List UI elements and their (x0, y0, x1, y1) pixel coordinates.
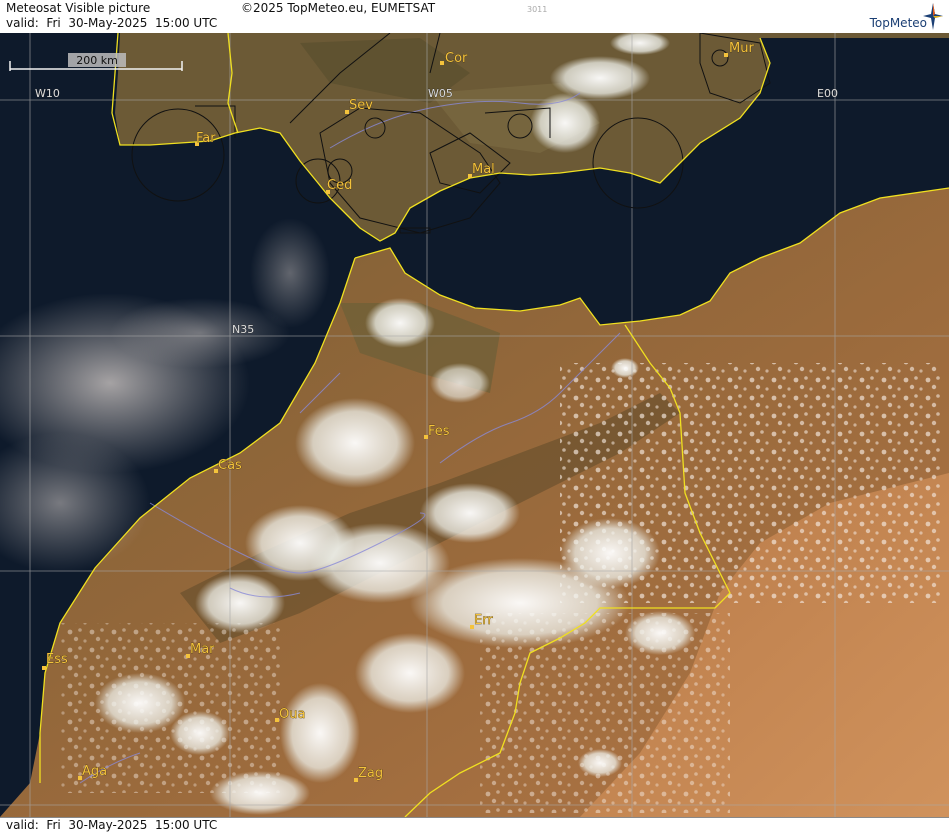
city-label-zag: Zag (358, 766, 383, 781)
city-label-mal: Mal (472, 162, 495, 177)
frame-id: 3011 (527, 5, 548, 14)
label-e00: E00 (817, 87, 838, 100)
city-cor[interactable]: Cor (440, 51, 468, 66)
header-bar: Meteosat Visible picture valid: Fri 30-M… (0, 0, 949, 34)
city-label-far: Far (196, 131, 216, 146)
city-label-cor: Cor (445, 51, 468, 66)
city-ced[interactable]: Ced (326, 178, 353, 194)
city-err[interactable]: Err (470, 613, 494, 629)
city-oua[interactable]: Oua (275, 707, 306, 722)
city-sev[interactable]: Sev (345, 98, 374, 114)
satellite-viewer: Meteosat Visible picture valid: Fri 30-M… (0, 0, 949, 833)
city-mar[interactable]: Mar (186, 642, 215, 658)
city-label-sev: Sev (349, 98, 373, 113)
product-title: Meteosat Visible picture (6, 1, 151, 15)
logo-text: TopMeteo (869, 16, 927, 30)
city-mal[interactable]: Mal (468, 162, 495, 178)
city-label-mar: Mar (190, 642, 215, 657)
city-label-mur: Mur (729, 41, 754, 56)
copyright-text: ©2025 TopMeteo.eu, EUMETSAT (241, 1, 436, 15)
city-zag[interactable]: Zag (354, 766, 383, 782)
city-label-oua: Oua (279, 707, 305, 722)
label-n35: N35 (232, 323, 254, 336)
city-far[interactable]: Far (195, 131, 217, 146)
valid-time: valid: Fri 30-May-2025 15:00 UTC (6, 16, 218, 30)
footer-bar: valid: Fri 30-May-2025 15:00 UTC (0, 817, 949, 833)
city-label-cas: Cas (218, 458, 242, 473)
city-label-err: Err (474, 613, 493, 628)
label-w05: W05 (428, 87, 453, 100)
city-aga[interactable]: Aga (78, 764, 107, 780)
satellite-map[interactable]: 200 km W10 W05 E00 N35 Cor Mur Sev Far C… (0, 33, 949, 817)
footer-valid-time: valid: Fri 30-May-2025 15:00 UTC (6, 818, 218, 832)
city-label-ced: Ced (327, 178, 352, 193)
city-fes[interactable]: Fes (424, 424, 450, 439)
label-w10: W10 (35, 87, 60, 100)
city-label-fes: Fes (428, 424, 450, 439)
city-label-ess: Ess (46, 652, 68, 667)
scale-bar-label: 200 km (76, 54, 118, 67)
city-mur[interactable]: Mur (724, 41, 755, 57)
city-cas[interactable]: Cas (214, 458, 242, 473)
city-label-aga: Aga (82, 764, 107, 779)
